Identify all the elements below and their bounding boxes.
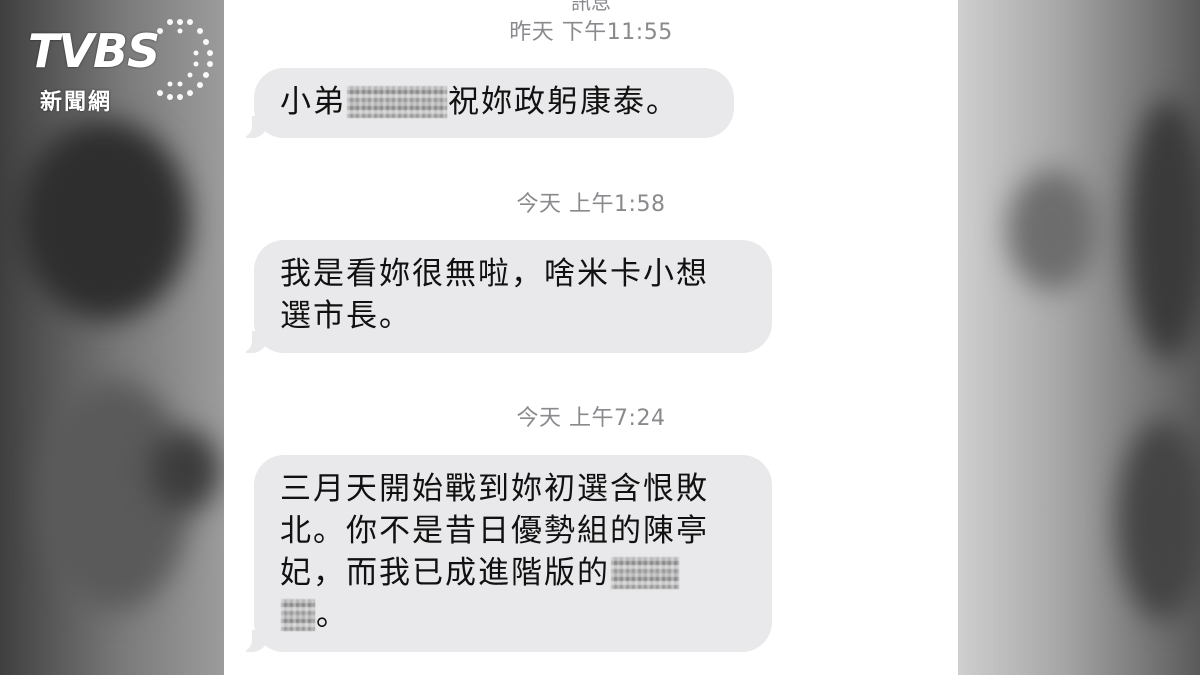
- message-text: 三月天開始戰到妳初選含恨敗: [280, 471, 709, 507]
- timestamp: 今天 上午1:58: [516, 192, 666, 217]
- bubble-tail: [234, 116, 268, 138]
- redaction-mosaic-icon: [611, 557, 679, 589]
- message-text: 我是看妳很無啦，啥米卡小想: [280, 256, 709, 292]
- thread-header-title: 訊息: [571, 0, 611, 14]
- blurred-background-right: [958, 0, 1200, 675]
- message-thread: 訊息 昨天 下午11:55 小弟 祝妳政躬康泰。 今天 上午1:58 我是看妳很無…: [224, 0, 958, 675]
- message-text: 北。你不是昔日優勢組的陳亭: [280, 513, 709, 549]
- message-text: 祝妳政躬康泰。: [448, 84, 679, 120]
- redaction-mosaic-icon: [347, 86, 447, 118]
- timestamp: 今天 上午7:24: [516, 406, 666, 431]
- message-bubble[interactable]: 我是看妳很無啦，啥米卡小想 選市長。: [254, 240, 772, 353]
- message-bubble[interactable]: 三月天開始戰到妳初選含恨敗 北。你不是昔日優勢組的陳亭 妃，而我已成進階版的 。: [254, 455, 772, 652]
- bubble-tail: [234, 331, 268, 353]
- message-text: 小弟: [280, 84, 346, 120]
- bubble-tail: [234, 630, 268, 652]
- timestamp: 昨天 下午11:55: [509, 20, 673, 45]
- redaction-mosaic-icon: [281, 599, 315, 631]
- message-bubble[interactable]: 小弟 祝妳政躬康泰。: [254, 68, 734, 138]
- message-text: 選市長。: [280, 298, 412, 334]
- tvbs-logo-icon: TVBS 新聞網: [28, 18, 213, 118]
- message-text: 妃，而我已成進階版的: [280, 555, 610, 591]
- message-text: 。: [316, 597, 349, 633]
- logo-subtitle: 新聞網: [40, 90, 113, 115]
- logo-wordmark: TVBS: [28, 24, 160, 78]
